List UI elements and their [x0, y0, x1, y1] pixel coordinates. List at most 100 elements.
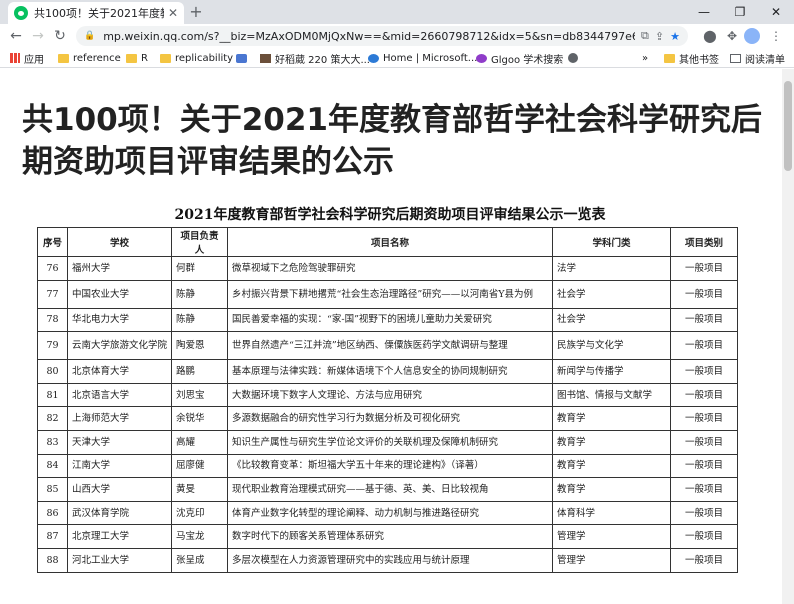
table-row: 87 北京理工大学 马宝龙 数字时代下的顾客关系管理体系研究 管理学 一般项目 — [37, 524, 738, 549]
table-cell: 82 — [37, 406, 68, 431]
table-cell: 85 — [37, 477, 68, 502]
close-window-button[interactable]: ✕ — [758, 0, 794, 24]
bookmark-site[interactable] — [236, 51, 251, 65]
table-cell: 教育学 — [552, 429, 671, 455]
table-cell: 86 — [37, 500, 68, 526]
bookmarks-bar: 应用 reference R replicability 好稻葳 220 策大大… — [0, 48, 794, 68]
table-cell: 微草视域下之危险驾驶罪研究 — [227, 256, 553, 281]
table-cell: 世界自然遗产“三江并流”地区纳西、傈僳族医药学文献调研与整理 — [227, 331, 553, 361]
folder-icon — [58, 53, 69, 63]
table-cell: 管理学 — [552, 547, 671, 573]
bookmark-reference[interactable]: reference — [58, 51, 121, 65]
page-scrollbar[interactable] — [782, 69, 794, 604]
table-cell: 华北电力大学 — [67, 307, 172, 333]
bookmarks-overflow[interactable]: » — [642, 51, 648, 65]
bookmark-r[interactable]: R — [126, 51, 148, 65]
minimize-button[interactable]: — — [686, 0, 722, 24]
bookmark-glgoo[interactable]: Glgoo 学术搜索 — [476, 51, 563, 66]
share-icon[interactable]: ⇪ — [655, 30, 664, 43]
bookmark-replicability[interactable]: replicability — [160, 51, 233, 65]
table-row: 85 山西大学 黄旻 现代职业教育治理模式研究——基于德、英、美、日比较视角 教育学 一般… — [37, 477, 738, 502]
profile-avatar[interactable] — [744, 28, 760, 44]
table-row: 86 武汉体育学院 沈克印 体育产业数字化转型的理论阐释、动力机制与推进路径研究 体育科… — [37, 500, 738, 526]
wechat-icon — [14, 6, 28, 20]
table-cell: 教育学 — [552, 406, 671, 431]
table-cell: 管理学 — [552, 524, 671, 549]
document-title: 2021年度教育部哲学社会科学研究后期资助项目评审结果公示一览表 — [174, 207, 606, 223]
maximize-button[interactable]: ❐ — [722, 0, 758, 24]
table-row: 82 上海师范大学 余锐华 多源数据融合的研究性学习行为数据分析及可视化研究 教育学 一般… — [37, 406, 738, 431]
article-title: 共100项！关于2021年度教育部哲学社会科学研究后期资助项目评审结果的公示 — [22, 102, 762, 180]
bookmark-star-icon[interactable]: ★ — [670, 30, 680, 43]
table-cell: 张呈成 — [171, 547, 228, 573]
column-header: 学校 — [67, 227, 172, 257]
table-cell: 体育产业数字化转型的理论阐释、动力机制与推进路径研究 — [227, 500, 553, 526]
bookmark-reading-list[interactable]: 阅读清单 — [730, 51, 785, 66]
table-cell: 83 — [37, 429, 68, 455]
menu-icon[interactable]: ⋮ — [766, 26, 786, 46]
reading-list-icon — [730, 53, 741, 63]
table-cell: 余锐华 — [171, 406, 228, 431]
table-cell: 81 — [37, 382, 68, 408]
column-header: 项目名称 — [227, 227, 553, 257]
table-cell: 中国农业大学 — [67, 279, 172, 309]
folder-icon — [126, 53, 137, 63]
table-cell: 山西大学 — [67, 477, 172, 502]
table-cell: 北京体育大学 — [67, 359, 172, 384]
table-cell: 马宝龙 — [171, 524, 228, 549]
tab-title: 共100项！关于2021年度教育部哲... — [34, 7, 164, 20]
table-cell: 一般项目 — [670, 382, 738, 408]
bookmark-other[interactable]: 其他书签 — [664, 51, 719, 66]
table-cell: 79 — [37, 331, 68, 361]
table-cell: 黄旻 — [171, 477, 228, 502]
table-cell: 图书馆、情报与文献学 — [552, 382, 671, 408]
table-cell: 数字时代下的顾客关系管理体系研究 — [227, 524, 553, 549]
table-row: 80 北京体育大学 路鹏 基本原理与法律实践：新媒体语境下个人信息安全的协同规制研究新… — [37, 359, 738, 384]
table-cell: 屈廖健 — [171, 453, 228, 479]
table-cell: 北京理工大学 — [67, 524, 172, 549]
scrollbar-thumb[interactable] — [784, 81, 792, 171]
table-cell: 知识生产属性与研究生学位论文评价的关联机理及保障机制研究 — [227, 429, 553, 455]
table-row: 84 江南大学 屈廖健 《比较教育变革：斯坦福大学五十年来的理论建构》（译著） 教育学一… — [37, 453, 738, 479]
glgoo-icon — [476, 53, 487, 63]
url-text[interactable]: mp.weixin.qq.com/s?__biz=MzAxODM0MjQxNw=… — [103, 30, 635, 43]
bookmark-microsoft[interactable]: Home | Microsoft... — [368, 51, 477, 65]
table-row: 81 北京语言大学 刘思宝 大数据环境下数字人文理论、方法与应用研究 图书馆、情报与文献… — [37, 382, 738, 408]
table-cell: 一般项目 — [670, 406, 738, 431]
bookmark-photo[interactable]: 好稻葳 220 策大大... — [260, 51, 370, 66]
table-cell: 上海师范大学 — [67, 406, 172, 431]
table-cell: 高耀 — [171, 429, 228, 455]
bookmark-apps[interactable]: 应用 — [10, 51, 44, 66]
table-cell: 一般项目 — [670, 279, 738, 309]
table-cell: 一般项目 — [670, 331, 738, 361]
table-cell: 沈克印 — [171, 500, 228, 526]
table-cell: 一般项目 — [670, 453, 738, 479]
column-header: 序号 — [37, 227, 68, 257]
puzzle-icon[interactable]: ✥ — [722, 26, 742, 46]
bookmark-globe[interactable] — [568, 51, 582, 65]
table-cell: 一般项目 — [670, 547, 738, 573]
table-cell: 陈静 — [171, 307, 228, 333]
globe-icon — [568, 53, 578, 63]
extension-icon[interactable]: ⬤ — [700, 26, 720, 46]
table-cell: 一般项目 — [670, 359, 738, 384]
table-cell: 陈静 — [171, 279, 228, 309]
navigation-bar: ← → ↻ 🔒 mp.weixin.qq.com/s?__biz=MzAxODM… — [0, 24, 794, 48]
translate-icon[interactable]: ⧉ — [641, 29, 649, 43]
table-cell: 大数据环境下数字人文理论、方法与应用研究 — [227, 382, 553, 408]
table-cell: 一般项目 — [670, 500, 738, 526]
forward-arrow-icon[interactable]: → — [28, 26, 48, 46]
table-cell: 一般项目 — [670, 524, 738, 549]
table-cell: 77 — [37, 279, 68, 309]
reload-icon[interactable]: ↻ — [50, 26, 70, 46]
table-cell: 云南大学旅游文化学院 — [67, 331, 172, 361]
lock-icon[interactable]: 🔒 — [84, 31, 95, 41]
close-tab-icon[interactable]: ✕ — [168, 6, 178, 20]
new-tab-button[interactable]: + — [186, 2, 206, 22]
folder-icon — [664, 53, 675, 63]
address-bar[interactable]: 🔒 mp.weixin.qq.com/s?__biz=MzAxODM0MjQxN… — [76, 26, 688, 46]
table-row: 83 天津大学 高耀 知识生产属性与研究生学位论文评价的关联机理及保障机制研究 教育学一… — [37, 429, 738, 455]
table-cell: 现代职业教育治理模式研究——基于德、英、美、日比较视角 — [227, 477, 553, 502]
browser-tab[interactable]: 共100项！关于2021年度教育部哲... ✕ — [8, 2, 184, 24]
back-arrow-icon[interactable]: ← — [6, 26, 26, 46]
